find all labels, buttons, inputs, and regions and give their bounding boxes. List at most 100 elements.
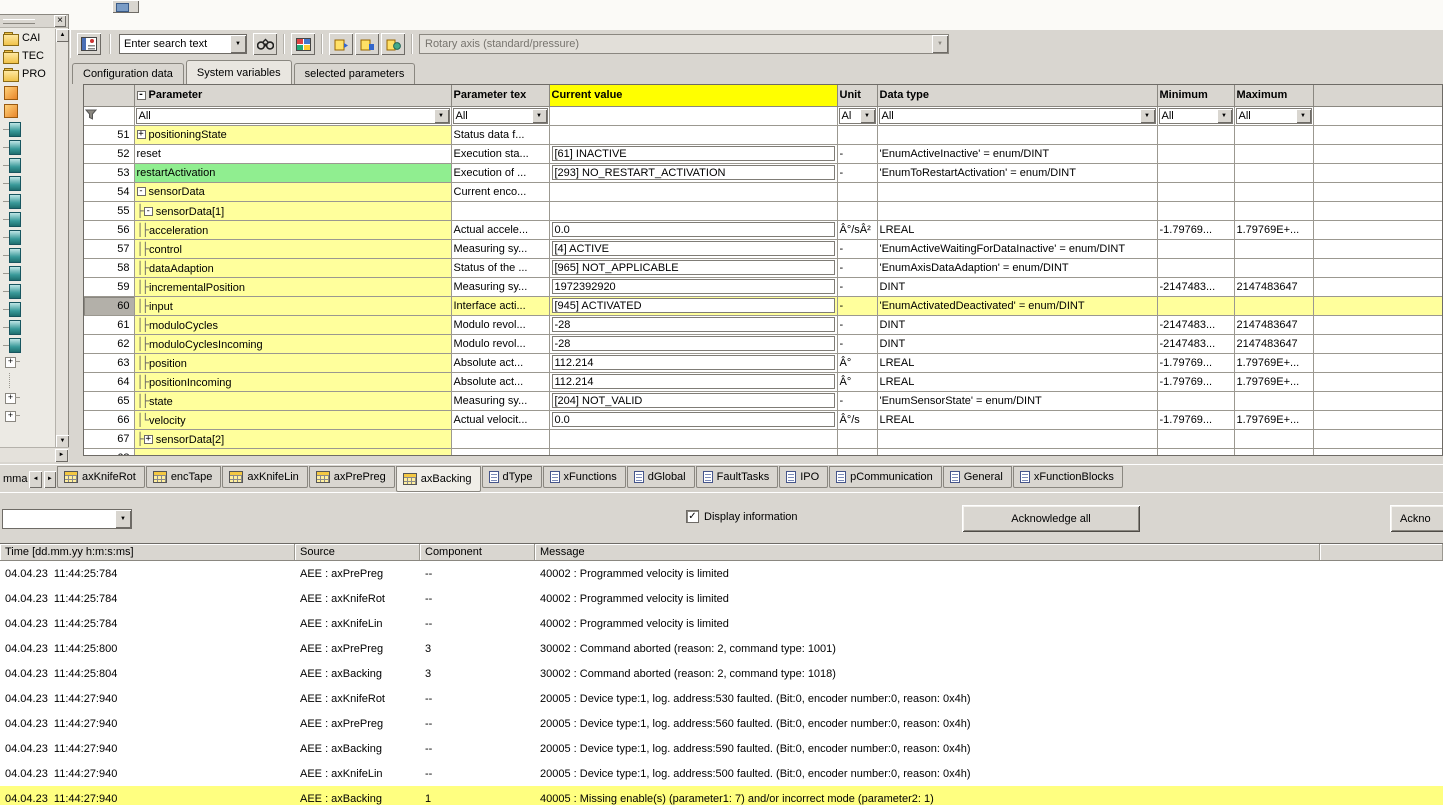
- source-column-header[interactable]: Source: [295, 544, 420, 560]
- current-value-field[interactable]: -28: [552, 317, 835, 332]
- log-row[interactable]: 04.04.23 11:44:25:784 AEE : axKnifeRot -…: [0, 586, 1443, 611]
- log-row[interactable]: 04.04.23 11:44:27:940 AEE : axKnifeRot -…: [0, 686, 1443, 711]
- data-type-column-header[interactable]: Data type: [877, 85, 1157, 106]
- tree-item[interactable]: [0, 317, 55, 335]
- current-value-filter-cell[interactable]: [549, 106, 837, 125]
- compare-button[interactable]: [291, 33, 315, 55]
- row-number[interactable]: 68: [84, 448, 134, 456]
- object-tab[interactable]: IPO: [779, 466, 828, 488]
- parameter-row[interactable]: 61 │├moduloCycles Modulo revol... -28 - …: [84, 315, 1442, 334]
- parameter-row[interactable]: 66 │└velocity Actual velocit... 0.0 Â°/s…: [84, 410, 1442, 429]
- tree-item[interactable]: [0, 335, 55, 353]
- tab-scroll-left-icon[interactable]: ◄: [29, 471, 41, 488]
- acknowledge-button[interactable]: Ackno: [1390, 505, 1443, 532]
- tree-horizontal-scrollbar[interactable]: ►: [0, 447, 69, 462]
- log-row[interactable]: 04.04.23 11:44:25:784 AEE : axKnifeLin -…: [0, 611, 1443, 636]
- expander-icon[interactable]: -: [144, 207, 153, 216]
- parameter-row[interactable]: 65 │├state Measuring sy... [204] NOT_VAL…: [84, 391, 1442, 410]
- tree-item[interactable]: [0, 245, 55, 263]
- filter-funnel-cell[interactable]: [84, 106, 134, 125]
- time-column-header[interactable]: Time [dd.mm.yy h:m:s:ms]: [0, 544, 295, 560]
- chevron-down-icon[interactable]: ▼: [1140, 109, 1155, 123]
- parameter-name-cell[interactable]: │├moduloCyclesIncoming: [134, 334, 451, 353]
- object-tab[interactable]: dGlobal: [627, 466, 695, 488]
- search-combobox[interactable]: Enter search text ▼: [119, 34, 247, 54]
- current-value-field[interactable]: [204] NOT_VALID: [552, 393, 835, 408]
- object-tab[interactable]: General: [943, 466, 1012, 488]
- parameter-name-cell[interactable]: │└velocity: [134, 410, 451, 429]
- floating-toolbar-fragment[interactable]: [112, 0, 139, 13]
- export-button-2[interactable]: [355, 33, 379, 55]
- current-value-field[interactable]: 1972392920: [552, 279, 835, 294]
- row-number[interactable]: 52: [84, 144, 134, 163]
- alarm-filter-dropdown[interactable]: ▼: [2, 509, 132, 529]
- parameter-name-cell[interactable]: │├acceleration: [134, 220, 451, 239]
- chevron-down-icon[interactable]: ▼: [532, 109, 547, 123]
- parameter-text-column-header[interactable]: Parameter tex: [451, 85, 549, 106]
- parameter-row[interactable]: 60 │├input Interface acti... [945] ACTIV…: [84, 296, 1442, 315]
- tree-item[interactable]: [0, 299, 55, 317]
- chevron-down-icon[interactable]: ▼: [1217, 109, 1232, 123]
- find-button[interactable]: [253, 33, 277, 55]
- maximum-column-header[interactable]: Maximum: [1234, 85, 1313, 106]
- parameter-name-cell[interactable]: │├positionIncoming: [134, 372, 451, 391]
- row-number[interactable]: 56: [84, 220, 134, 239]
- row-number[interactable]: 55: [84, 201, 134, 220]
- tree-item[interactable]: [0, 155, 55, 173]
- tree-item[interactable]: [0, 407, 55, 425]
- current-value-field[interactable]: [293] NO_RESTART_ACTIVATION: [552, 165, 835, 180]
- current-value-field[interactable]: [552, 431, 835, 446]
- export-button-1[interactable]: [329, 33, 353, 55]
- panel-header[interactable]: ×: [0, 15, 68, 28]
- unit-column-header[interactable]: Unit: [837, 85, 877, 106]
- tree-item[interactable]: [0, 173, 55, 191]
- minimum-column-header[interactable]: Minimum: [1157, 85, 1234, 106]
- tree-vertical-scrollbar[interactable]: ▲ ▼: [55, 29, 68, 448]
- chevron-down-icon[interactable]: ▼: [434, 109, 449, 123]
- minimum-filter-dropdown[interactable]: All▼: [1159, 108, 1233, 124]
- parameter-row[interactable]: 54 -sensorData Current enco...: [84, 182, 1442, 201]
- data-type-filter-dropdown[interactable]: All▼: [879, 108, 1156, 124]
- current-value-field[interactable]: 0.0: [552, 412, 835, 427]
- chevron-down-icon[interactable]: ▼: [860, 109, 875, 123]
- parameter-name-cell[interactable]: [134, 448, 451, 456]
- current-value-field[interactable]: 0.0: [552, 222, 835, 237]
- row-number[interactable]: 62: [84, 334, 134, 353]
- row-number[interactable]: 54: [84, 182, 134, 201]
- parameter-name-cell[interactable]: │├moduloCycles: [134, 315, 451, 334]
- parameter-name-cell[interactable]: reset: [134, 144, 451, 163]
- current-value-field[interactable]: 112.214: [552, 374, 835, 389]
- object-tab[interactable]: xFunctionBlocks: [1013, 466, 1123, 488]
- log-row[interactable]: 04.04.23 11:44:27:940 AEE : axBacking --…: [0, 736, 1443, 761]
- parameter-row[interactable]: 53 restartActivation Execution of ... [2…: [84, 163, 1442, 182]
- message-column-header[interactable]: Message: [535, 544, 1320, 560]
- maximum-filter-dropdown[interactable]: All▼: [1236, 108, 1312, 124]
- parameter-row[interactable]: 56 │├acceleration Actual accele... 0.0 Â…: [84, 220, 1442, 239]
- current-value-field[interactable]: [61] INACTIVE: [552, 146, 835, 161]
- current-value-field[interactable]: [552, 450, 835, 456]
- row-number[interactable]: 51: [84, 125, 134, 144]
- parameter-name-cell[interactable]: │├position: [134, 353, 451, 372]
- collapse-icon[interactable]: -: [137, 91, 146, 100]
- parameter-row[interactable]: 52 reset Execution sta... [61] INACTIVE …: [84, 144, 1442, 163]
- parameter-row[interactable]: 62 │├moduloCyclesIncoming Modulo revol..…: [84, 334, 1442, 353]
- parameter-row[interactable]: 51 +positioningState Status data f...: [84, 125, 1442, 144]
- row-number[interactable]: 61: [84, 315, 134, 334]
- tree-item[interactable]: [0, 101, 55, 119]
- parameter-name-cell[interactable]: restartActivation: [134, 163, 451, 182]
- export-button-3[interactable]: [381, 33, 405, 55]
- parameter-name-cell[interactable]: │├dataAdaption: [134, 258, 451, 277]
- expander-icon[interactable]: -: [137, 187, 146, 196]
- row-number[interactable]: 60: [84, 296, 134, 315]
- log-row[interactable]: 04.04.23 11:44:27:940 AEE : axPrePreg --…: [0, 711, 1443, 736]
- chevron-down-icon[interactable]: ▼: [1296, 109, 1311, 123]
- object-tab[interactable]: axKnifeRot: [57, 466, 145, 488]
- current-value-field[interactable]: [965] NOT_APPLICABLE: [552, 260, 835, 275]
- current-value-field[interactable]: [552, 203, 835, 218]
- parameter-name-cell[interactable]: │├control: [134, 239, 451, 258]
- unit-filter-dropdown[interactable]: Al▼: [839, 108, 876, 124]
- object-tab[interactable]: xFunctions: [543, 466, 626, 488]
- row-number[interactable]: 66: [84, 410, 134, 429]
- acknowledge-all-button[interactable]: Acknowledge all: [962, 505, 1140, 532]
- parameter-name-cell[interactable]: │├state: [134, 391, 451, 410]
